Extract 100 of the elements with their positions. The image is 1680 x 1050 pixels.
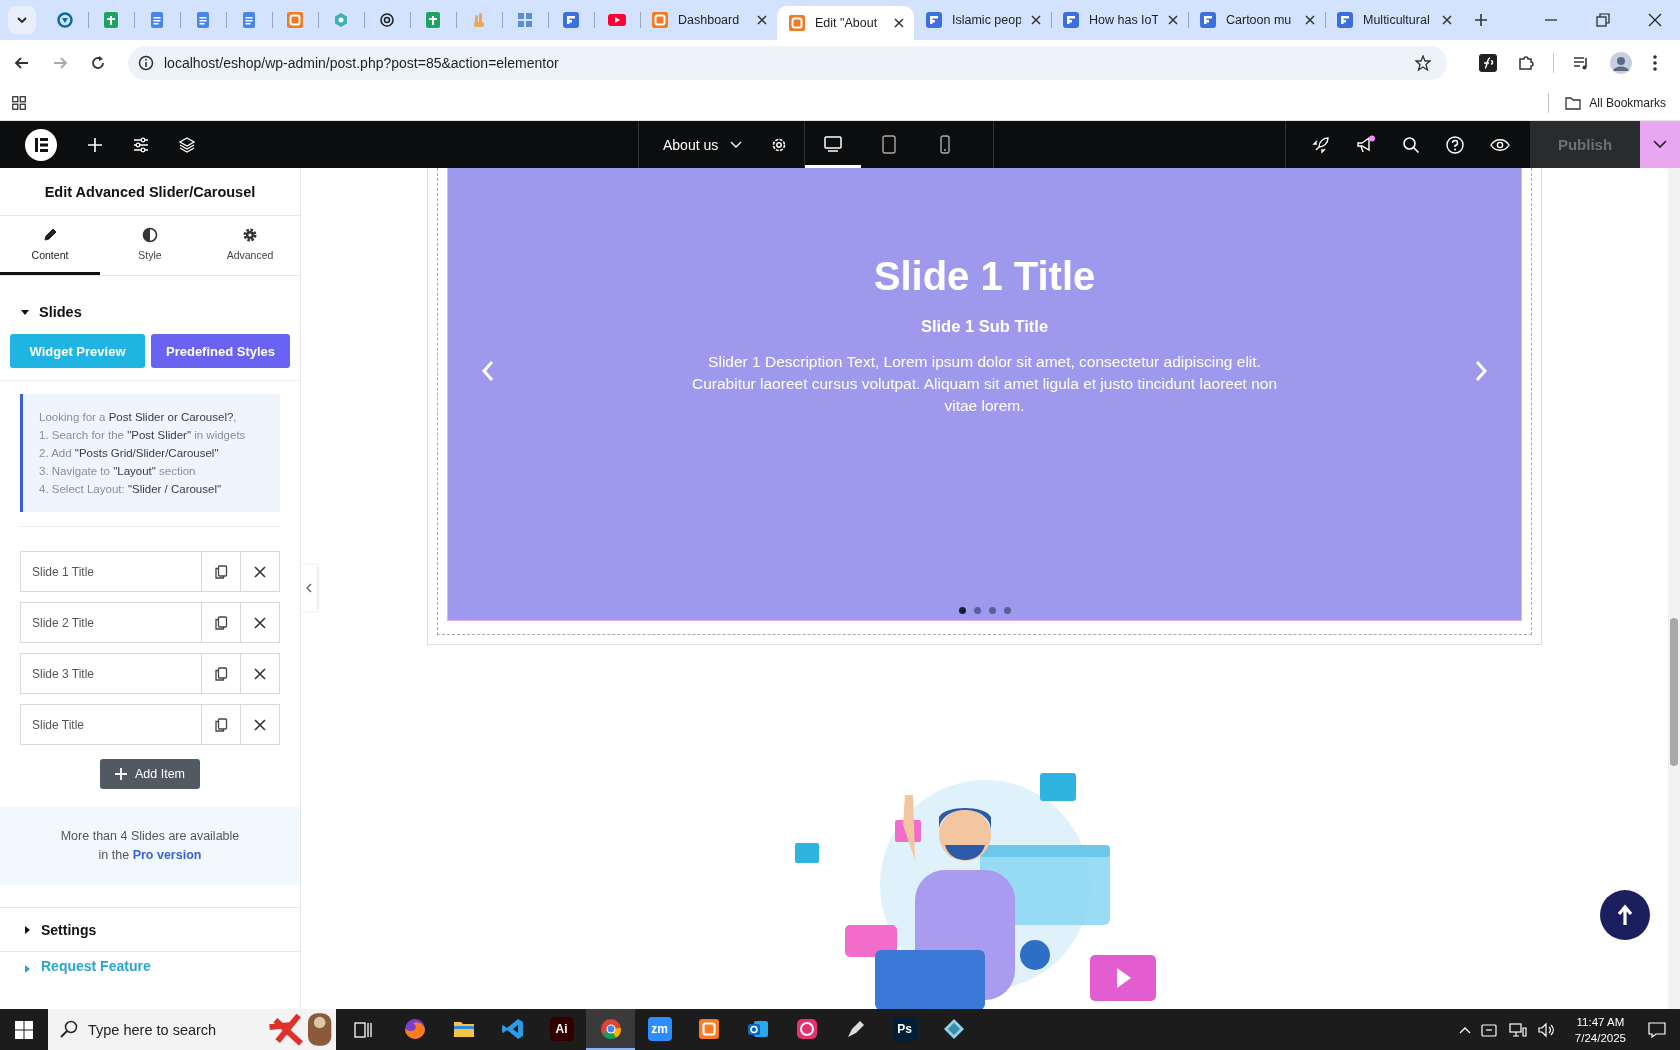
tablet-icon bbox=[880, 135, 899, 154]
url-text[interactable]: localhost/eshop/wp-admin/post.php?post=85&action=elementor bbox=[164, 54, 559, 71]
app-tile[interactable]: Ps bbox=[892, 1016, 917, 1041]
pencil-icon bbox=[42, 227, 58, 243]
caret-down-icon bbox=[20, 307, 30, 317]
slide-item[interactable]: Slide 2 Title bbox=[20, 602, 280, 643]
folder-icon bbox=[1565, 95, 1582, 110]
section-toggle[interactable]: Slides bbox=[0, 276, 300, 334]
slide-item[interactable]: Slide Title bbox=[20, 704, 280, 745]
close-icon[interactable] bbox=[1031, 15, 1041, 25]
pro-version-link[interactable]: Pro version bbox=[132, 848, 202, 862]
taskbar-app[interactable]: Ai bbox=[537, 1009, 586, 1050]
note-text: 2. Add "Posts Grid/Slider/Carousel" bbox=[39, 446, 220, 461]
panel-tab[interactable]: Advanced bbox=[200, 216, 300, 275]
app-tile[interactable]: Ai bbox=[549, 1016, 574, 1041]
browser-tab[interactable]: Multicultural bbox=[1325, 0, 1462, 40]
task-view-icon[interactable] bbox=[354, 1021, 372, 1038]
reload-icon[interactable] bbox=[90, 54, 106, 71]
publish-button: Publish bbox=[1530, 121, 1640, 168]
taskbar-app[interactable] bbox=[586, 1009, 635, 1050]
eye-icon[interactable] bbox=[1490, 137, 1510, 152]
plus-icon[interactable] bbox=[87, 136, 103, 153]
section-toggle[interactable]: Settings bbox=[0, 907, 300, 951]
browser-tab[interactable]: Edit "About bbox=[777, 6, 914, 40]
styles-button[interactable]: Predefined Styles bbox=[151, 334, 290, 368]
search-field[interactable]: Type here to search bbox=[48, 1009, 266, 1050]
chevron-left-icon bbox=[306, 583, 312, 593]
browser-tab[interactable]: Cartoon mu bbox=[1188, 0, 1325, 40]
close-icon bbox=[254, 718, 266, 731]
note-text: 3. Navigate to "Layout" section bbox=[39, 464, 197, 479]
slide-item[interactable]: Slide 1 Title bbox=[20, 551, 280, 592]
chevron-up-icon[interactable] bbox=[1458, 1025, 1471, 1034]
notifications-icon[interactable] bbox=[1648, 1021, 1666, 1038]
copy-icon bbox=[214, 717, 228, 732]
item-title[interactable]: Slide 1 Title bbox=[21, 552, 201, 591]
panel-tab[interactable]: Content bbox=[0, 216, 100, 275]
note-text: 1. Search for the "Post Slider" in widgets bbox=[39, 428, 247, 443]
browser-tab[interactable]: Islamic peop bbox=[914, 0, 1051, 40]
item-title[interactable]: Slide Title bbox=[21, 705, 201, 744]
panel-tab[interactable]: Style bbox=[100, 216, 200, 275]
close-icon bbox=[254, 565, 266, 578]
scrollbar[interactable] bbox=[1668, 168, 1680, 1009]
pagination-dot[interactable] bbox=[1003, 607, 1011, 614]
slide-title: Slide 1 Title bbox=[873, 254, 1096, 299]
address-bar[interactable]: localhost/eshop/wp-admin/post.php?post=85&action=elementor bbox=[128, 45, 1447, 80]
caret-right-icon bbox=[22, 924, 32, 935]
close-icon[interactable] bbox=[1648, 13, 1662, 27]
pagination-dot[interactable] bbox=[958, 607, 966, 614]
new-tab-icon[interactable] bbox=[1474, 13, 1488, 27]
info-icon[interactable] bbox=[138, 54, 154, 71]
menu-icon[interactable] bbox=[1652, 53, 1658, 72]
device-icon[interactable] bbox=[1480, 1021, 1499, 1038]
note-text: 4. Select Layout: "Slider / Carousel" bbox=[39, 482, 223, 497]
close-icon[interactable] bbox=[1305, 15, 1315, 25]
close-icon bbox=[254, 667, 266, 680]
back-icon[interactable] bbox=[14, 54, 30, 71]
slide-item[interactable]: Slide 3 Title bbox=[20, 653, 280, 694]
browser-tab[interactable]: How has IoT bbox=[1051, 0, 1188, 40]
item-title[interactable]: Slide 3 Title bbox=[21, 654, 201, 693]
pagination-dot[interactable] bbox=[973, 607, 981, 614]
close-icon bbox=[254, 616, 266, 629]
close-icon[interactable] bbox=[894, 18, 904, 28]
bookmarks-folder[interactable]: All Bookmarks bbox=[1565, 95, 1666, 110]
item-title[interactable]: Slide 2 Title bbox=[21, 603, 201, 642]
clock-date[interactable]: 7/24/2025 bbox=[1574, 1029, 1626, 1046]
clock-time[interactable]: 11:47 AM bbox=[1574, 1013, 1626, 1030]
sliders-icon[interactable] bbox=[133, 136, 149, 153]
tab-search-button[interactable] bbox=[8, 6, 36, 34]
back-to-top-button[interactable] bbox=[1600, 890, 1650, 940]
add-item-button[interactable]: Add Item bbox=[100, 759, 200, 789]
close-icon[interactable] bbox=[1168, 15, 1178, 25]
desktop-icon bbox=[824, 135, 843, 154]
puzzle-icon[interactable] bbox=[1517, 53, 1535, 72]
network-icon[interactable] bbox=[1508, 1021, 1527, 1038]
megaphone-icon[interactable] bbox=[1356, 134, 1376, 155]
rocket-icon[interactable] bbox=[1312, 135, 1330, 154]
taskbar-app[interactable]: Ps bbox=[880, 1009, 929, 1050]
collapse-handle[interactable] bbox=[301, 565, 317, 611]
chevron-down-icon bbox=[16, 16, 28, 24]
settings-icon bbox=[242, 227, 258, 243]
close-icon[interactable] bbox=[1442, 15, 1452, 25]
apps-icon[interactable] bbox=[12, 95, 26, 110]
chevron-down-icon bbox=[1653, 140, 1667, 149]
scrollbar-thumb[interactable] bbox=[1670, 618, 1678, 766]
logo-icon[interactable] bbox=[25, 128, 57, 161]
pagination-dot[interactable] bbox=[988, 607, 996, 614]
search-icon[interactable] bbox=[1402, 135, 1420, 154]
forward-icon bbox=[52, 54, 68, 71]
caret-icon bbox=[730, 140, 743, 149]
restore-icon[interactable] bbox=[1596, 13, 1610, 27]
layers-icon[interactable] bbox=[179, 136, 195, 153]
browser-tab[interactable]: Dashboard bbox=[640, 0, 777, 40]
volume-icon[interactable] bbox=[1536, 1021, 1555, 1038]
extension-icon[interactable] bbox=[1479, 53, 1497, 72]
close-icon[interactable] bbox=[757, 15, 767, 25]
help-icon[interactable] bbox=[1446, 135, 1464, 154]
page-dropdown[interactable]: About us bbox=[639, 121, 763, 168]
star-icon[interactable] bbox=[1415, 54, 1431, 71]
avatar-icon[interactable] bbox=[1610, 51, 1632, 74]
windows-icon bbox=[15, 1020, 33, 1039]
